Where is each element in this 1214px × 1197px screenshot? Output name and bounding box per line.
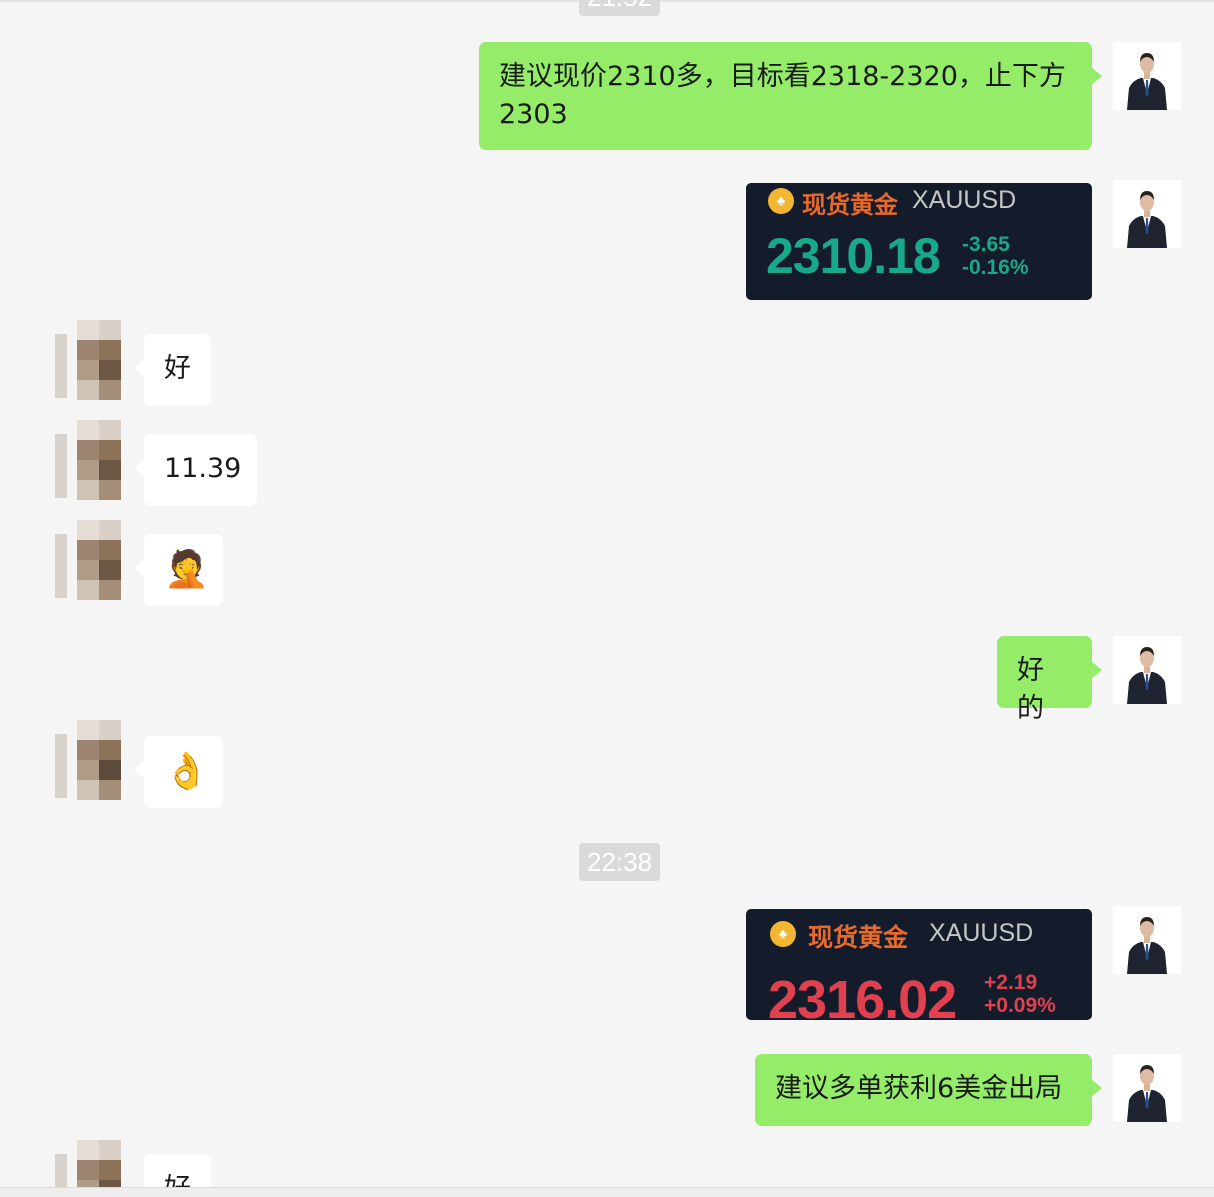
gold-coin-icon: ♣ [768,188,794,214]
incoming-message-bubble[interactable]: 好 [134,334,211,406]
incoming-message-bubble[interactable]: 11.39 [134,434,257,506]
person-in-suit-icon [1113,636,1181,704]
ok-hand-emoji-icon: 👌 [164,751,209,792]
asset-name: 现货黄金 [802,192,898,219]
incoming-message-bubble[interactable]: 👌 [134,736,223,808]
contact-avatar-pixelated[interactable] [55,420,135,502]
price-change: +2.19 [984,971,1038,994]
timestamp-chip: 22:38 [579,843,661,881]
gold-price-card[interactable]: ♣ 现货黄金 XAUUSD 2316.02 +2.19 +0.09% [746,909,1092,1020]
my-avatar[interactable] [1113,906,1181,974]
gold-price-card[interactable]: ♣ 现货黄金 XAUUSD 2310.18 -3.65 -0.16% [746,183,1092,300]
person-in-suit-icon [1113,1054,1181,1122]
person-in-suit-icon [1113,42,1181,110]
contact-avatar-pixelated[interactable] [55,320,135,402]
asset-symbol: XAUUSD [912,186,1017,214]
person-in-suit-icon [1113,180,1181,248]
asset-price: 2316.02 [768,970,957,1020]
outgoing-message-bubble[interactable]: 建议多单获利6美金出局 [755,1054,1102,1126]
outgoing-message-bubble[interactable]: 建议现价2310多，目标看2318-2320，止下方2303 [479,42,1102,150]
contact-avatar-pixelated[interactable] [55,1140,135,1187]
asset-price: 2310.18 [766,228,941,284]
timestamp-chip: 21:52 [579,0,661,16]
my-avatar[interactable] [1113,636,1181,704]
outgoing-message-bubble[interactable]: 好的 [997,636,1102,724]
person-in-suit-icon [1113,906,1181,974]
asset-symbol: XAUUSD [929,919,1034,947]
price-change-block: +2.19 +0.09% [984,971,1056,1017]
price-change-percent: +0.09% [984,994,1056,1017]
contact-avatar-pixelated[interactable] [55,520,135,602]
asset-name: 现货黄金 [808,924,909,952]
gold-coin-icon: ♣ [770,921,796,947]
my-avatar[interactable] [1113,42,1181,110]
contact-avatar-pixelated[interactable] [55,720,135,804]
price-change-block: -3.65 -0.16% [962,233,1029,279]
facepalm-emoji-icon: 🤦 [164,549,209,590]
price-change-percent: -0.16% [962,256,1029,279]
price-change: -3.65 [962,233,1010,256]
incoming-message-bubble[interactable]: 🤦 [134,534,223,606]
incoming-message-bubble[interactable]: 好 [144,1154,211,1187]
incoming-message-clip: 好 [144,1154,211,1187]
my-avatar[interactable] [1113,180,1181,248]
my-avatar[interactable] [1113,1054,1181,1122]
